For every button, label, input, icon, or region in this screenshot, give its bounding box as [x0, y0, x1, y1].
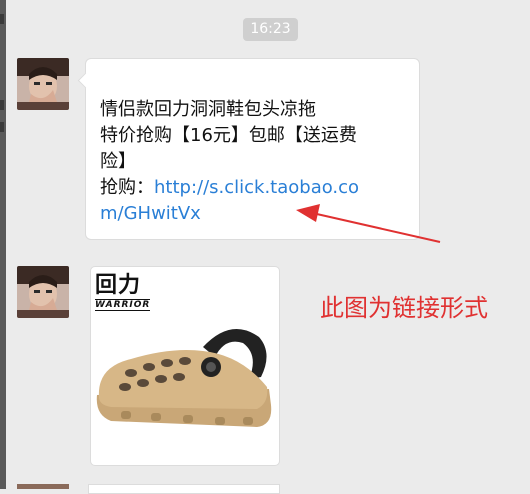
edge-mark [0, 122, 4, 132]
avatar-photo-icon [17, 58, 69, 110]
annotation-label: 此图为链接形式 [320, 294, 488, 322]
message-line: 特价抢购【16元】包邮【送运费 [100, 125, 357, 146]
avatar-photo-icon [17, 266, 69, 318]
bubble-tail [77, 72, 94, 89]
message-link-row: 抢购：http://s.click.taobao.co [100, 175, 400, 201]
edge-mark [0, 14, 4, 24]
product-link-continuation[interactable]: m/GHwitVx [100, 203, 201, 224]
clog-shoe-image [96, 329, 272, 427]
message-line: 险】 [100, 151, 136, 172]
edge-mark [0, 100, 4, 110]
text-message-bubble[interactable]: 情侣款回力洞洞鞋包头凉拖 特价抢购【16元】包邮【送运费 险】 抢购：http:… [77, 58, 420, 240]
link-prefix: 抢购： [100, 177, 154, 198]
window-edge-strip [0, 0, 6, 489]
timestamp-label: 16:23 [243, 18, 298, 41]
sender-avatar[interactable] [17, 58, 69, 110]
product-link[interactable]: http://s.click.taobao.co [154, 177, 359, 198]
message-line: 情侣款回力洞洞鞋包头凉拖 [100, 99, 316, 120]
message-text: 情侣款回力洞洞鞋包头凉拖 特价抢购【16元】包邮【送运费 险】 抢购：http:… [100, 97, 400, 227]
image-message-bubble[interactable]: 回力 WARRIOR [90, 266, 280, 466]
next-avatar-partial [17, 484, 69, 489]
next-bubble-partial [88, 484, 280, 494]
message-link-row: m/GHwitVx [100, 201, 400, 227]
brand-name: 回力 [95, 273, 142, 298]
sender-avatar[interactable] [17, 266, 69, 318]
